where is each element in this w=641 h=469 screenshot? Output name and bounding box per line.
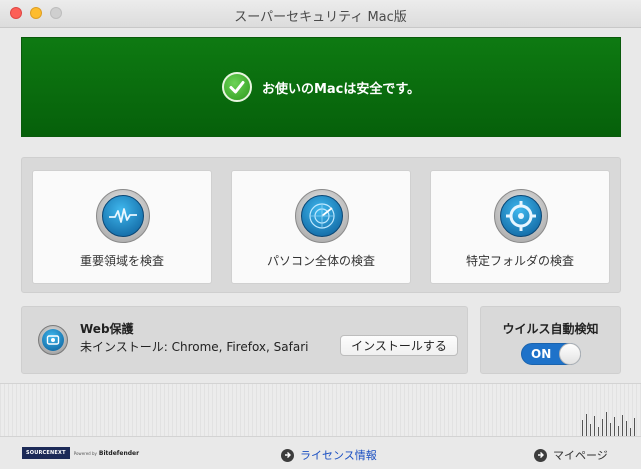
license-info-label: ライセンス情報 [300, 449, 377, 462]
scan-important-areas-label: 重要領域を検査 [79, 254, 164, 268]
activity-bar [622, 415, 623, 436]
auto-detect-toggle[interactable]: ON [521, 343, 581, 365]
scan-full-computer-button[interactable]: パソコン全体の検査 [231, 170, 411, 284]
activity-graph [0, 383, 641, 437]
brand-logo: SOURCENEXT Powered by Bitdefender [22, 447, 139, 459]
web-protection-panel: Web保護 未インストール: Chrome, Firefox, Safari イ… [21, 306, 468, 374]
activity-bar [618, 426, 619, 436]
window-title: スーパーセキュリティ Mac版 [234, 10, 407, 25]
web-protection-title: Web保護 [80, 322, 134, 336]
arrow-right-icon [281, 448, 294, 462]
mypage-link[interactable]: マイページ [534, 447, 608, 463]
scan-full-computer-label: パソコン全体の検査 [266, 254, 375, 268]
radar-icon [301, 195, 343, 237]
status-banner: お使いのMacは安全です。 [21, 37, 621, 137]
status-message: お使いのMacは安全です。 [261, 81, 421, 97]
mypage-label: マイページ [553, 449, 608, 462]
activity-bar [594, 416, 595, 436]
scan-specific-folder-button[interactable]: 特定フォルダの検査 [430, 170, 610, 284]
auto-detect-title: ウイルス自動検知 [502, 322, 599, 336]
scan-panel: 重要領域を検査 パソコン全体の検査 特定フォルダの検査 [21, 157, 621, 293]
activity-bar [614, 417, 615, 436]
activity-bar [590, 424, 591, 436]
footer: SOURCENEXT Powered by Bitdefender ライセンス情… [0, 438, 641, 469]
activity-bar [634, 418, 635, 436]
scan-important-areas-button[interactable]: 重要領域を検査 [32, 170, 212, 284]
title-bar: スーパーセキュリティ Mac版 [0, 0, 641, 28]
activity-bar [582, 420, 583, 436]
install-button[interactable]: インストールする [340, 335, 458, 356]
scan-icon-frame [494, 189, 548, 243]
activity-bar [610, 423, 611, 436]
activity-bar [602, 419, 603, 436]
activity-bar [630, 428, 631, 436]
toggle-state-label: ON [531, 347, 552, 361]
toggle-knob [559, 343, 581, 365]
target-icon [500, 195, 542, 237]
scan-icon-frame [295, 189, 349, 243]
camera-shield-icon [38, 325, 68, 355]
activity-bar [606, 412, 607, 436]
pulse-icon [102, 195, 144, 237]
activity-bar [626, 421, 627, 436]
scan-icon-frame [96, 189, 150, 243]
web-protection-status: 未インストール: Chrome, Firefox, Safari [80, 340, 309, 354]
sourcenext-logo: SOURCENEXT [22, 447, 70, 459]
scan-specific-folder-label: 特定フォルダの検査 [465, 254, 574, 268]
auto-detect-panel: ウイルス自動検知 ON [480, 306, 621, 374]
bitdefender-logo: Bitdefender [98, 449, 140, 457]
powered-by-text: Powered by [73, 450, 97, 456]
activity-bar [586, 414, 587, 436]
arrow-right-icon [534, 448, 547, 462]
checkmark-icon [221, 72, 252, 102]
license-info-link[interactable]: ライセンス情報 [281, 447, 377, 463]
activity-bar [598, 427, 599, 436]
